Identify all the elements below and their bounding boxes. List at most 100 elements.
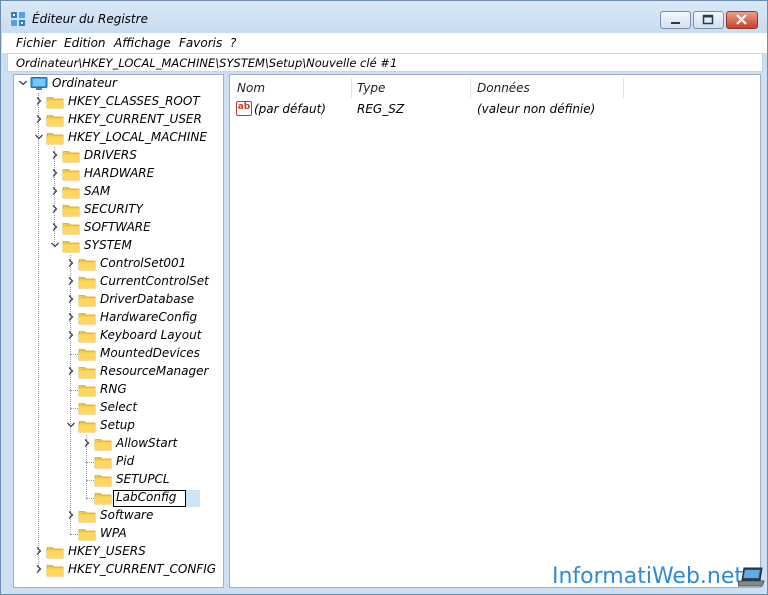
tree-item[interactable]: SOFTWARE [14, 219, 223, 237]
folder-icon [78, 403, 96, 415]
folder-icon [62, 187, 80, 199]
chevron-right-icon[interactable] [66, 258, 76, 268]
chevron-down-icon[interactable] [50, 240, 60, 250]
laptop-icon [738, 567, 765, 587]
folder-icon [62, 205, 80, 217]
chevron-down-icon[interactable] [34, 132, 44, 142]
folder-icon [78, 367, 96, 379]
minimize-button[interactable] [660, 11, 691, 29]
tree-item[interactable]: CurrentControlSet [14, 273, 223, 291]
tree-item[interactable]: Software [14, 507, 223, 525]
tree-item-label: MountedDevices [100, 346, 200, 360]
tree-item[interactable]: Pid [14, 453, 223, 471]
selection-highlight [186, 490, 200, 507]
menu-affichage[interactable]: Affichage [114, 36, 171, 50]
tree-item[interactable]: ResourceManager [14, 363, 223, 381]
tree-item[interactable]: AllowStart [14, 435, 223, 453]
chevron-right-icon[interactable] [66, 294, 76, 304]
tree-item-label: HKEY_CURRENT_USER [68, 112, 202, 126]
close-button[interactable] [726, 11, 758, 29]
chevron-right-icon[interactable] [34, 114, 44, 124]
string-value-icon: ab [236, 101, 252, 116]
folder-icon [46, 547, 64, 559]
column-divider[interactable] [470, 78, 471, 98]
tree-item[interactable]: HKEY_CLASSES_ROOT [14, 93, 223, 111]
chevron-right-icon[interactable] [82, 438, 92, 448]
tree-item-label: DriverDatabase [100, 292, 195, 306]
values-list-pane[interactable]: Nom Type Données ab (par défaut) REG_SZ … [229, 74, 761, 588]
chevron-right-icon[interactable] [66, 276, 76, 286]
tree-item[interactable]: Setup [14, 417, 223, 435]
chevron-right-icon[interactable] [34, 564, 44, 574]
tree-item[interactable]: Keyboard Layout [14, 327, 223, 345]
column-divider[interactable] [623, 78, 624, 98]
chevron-right-icon[interactable] [50, 204, 60, 214]
tree-item[interactable]: DRIVERS [14, 147, 223, 165]
tree-item-label: HKEY_CURRENT_CONFIG [68, 562, 217, 576]
folder-icon [46, 133, 64, 145]
tree-item[interactable]: RNG [14, 381, 223, 399]
tree-item[interactable]: WPA [14, 525, 223, 543]
tree-item[interactable]: HardwareConfig [14, 309, 223, 327]
chevron-right-icon[interactable] [34, 96, 44, 106]
chevron-right-icon[interactable] [50, 168, 60, 178]
column-header-type[interactable]: Type [357, 81, 385, 95]
value-type: REG_SZ [357, 102, 405, 116]
tree-item[interactable]: SECURITY [14, 201, 223, 219]
folder-icon [46, 115, 64, 127]
chevron-right-icon[interactable] [50, 150, 60, 160]
chevron-right-icon[interactable] [50, 186, 60, 196]
chevron-right-icon[interactable] [66, 510, 76, 520]
tree-item-label: Pid [116, 454, 135, 468]
tree-item-label: HardwareConfig [100, 310, 198, 324]
column-header-data[interactable]: Données [477, 81, 530, 95]
chevron-right-icon[interactable] [66, 330, 76, 340]
tree-pane[interactable]: Ordinateur HKEY_CLASSES_ROOT HKEY_CURRENT_… [13, 74, 224, 588]
folder-icon [94, 457, 112, 469]
folder-icon [78, 277, 96, 289]
title-bar[interactable]: Éditeur du Registre [1, 1, 767, 35]
tree-item-label: DRIVERS [84, 148, 137, 162]
address-bar[interactable]: Ordinateur\HKEY_LOCAL_MACHINE\SYSTEM\Set… [7, 53, 763, 72]
tree-item[interactable]: HARDWARE [14, 165, 223, 183]
chevron-right-icon[interactable] [66, 312, 76, 322]
tree-item[interactable]: HKEY_USERS [14, 543, 223, 561]
folder-icon [78, 313, 96, 325]
tree-item[interactable]: SYSTEM [14, 237, 223, 255]
watermark-text: InformatiWeb.net [552, 564, 744, 589]
column-header-name[interactable]: Nom [237, 81, 265, 95]
chevron-right-icon[interactable] [66, 366, 76, 376]
tree-item[interactable]: DriverDatabase [14, 291, 223, 309]
menu-help[interactable]: ? [230, 36, 236, 50]
tree-item[interactable]: MountedDevices [14, 345, 223, 363]
tree-item-label: HKEY_LOCAL_MACHINE [68, 130, 207, 144]
tree-item[interactable]: Select [14, 399, 223, 417]
tree-item[interactable]: SAM [14, 183, 223, 201]
tree-item[interactable]: Ordinateur [14, 75, 223, 93]
tree-item-label: SYSTEM [84, 238, 132, 252]
folder-icon [94, 439, 112, 451]
folder-icon [62, 223, 80, 235]
tree-item[interactable]: LabConfig [14, 489, 223, 507]
folder-icon [46, 565, 64, 577]
tree-item-label: Keyboard Layout [100, 328, 202, 342]
tree-item[interactable]: HKEY_CURRENT_USER [14, 111, 223, 129]
computer-icon [30, 77, 48, 90]
chevron-right-icon[interactable] [50, 222, 60, 232]
tree-item-label: AllowStart [116, 436, 178, 450]
tree-item[interactable]: ControlSet001 [14, 255, 223, 273]
tree-item[interactable]: HKEY_CURRENT_CONFIG [14, 561, 223, 579]
chevron-down-icon[interactable] [18, 78, 28, 88]
menu-favoris[interactable]: Favoris [179, 36, 222, 50]
chevron-right-icon[interactable] [34, 546, 44, 556]
menu-edition[interactable]: Edition [64, 36, 106, 50]
folder-icon [78, 385, 96, 397]
tree-item[interactable]: SETUPCL [14, 471, 223, 489]
tree-item[interactable]: HKEY_LOCAL_MACHINE [14, 129, 223, 147]
menu-fichier[interactable]: Fichier [16, 36, 56, 50]
maximize-button[interactable] [693, 11, 724, 29]
column-divider[interactable] [351, 78, 352, 98]
tree-item-label: SOFTWARE [84, 220, 151, 234]
tree-item-label: Ordinateur [52, 76, 117, 90]
chevron-down-icon[interactable] [66, 420, 76, 430]
